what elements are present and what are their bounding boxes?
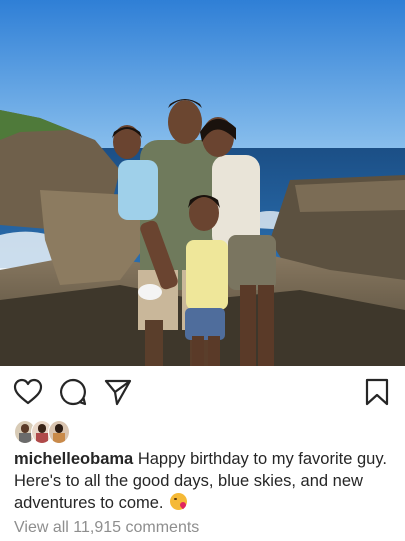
comment-button[interactable]	[58, 377, 88, 407]
save-button[interactable]	[362, 377, 392, 407]
family-beach-photo	[0, 0, 405, 366]
liked-by-avatars[interactable]	[14, 420, 74, 444]
view-comments-link[interactable]: View all 11,915 comments	[14, 519, 199, 537]
heart-icon	[13, 378, 43, 405]
avatar	[48, 420, 70, 444]
like-button[interactable]	[13, 377, 43, 407]
caption-username[interactable]: michelleobama	[14, 450, 133, 468]
post-photo[interactable]	[0, 0, 405, 366]
paper-plane-icon	[104, 379, 132, 406]
post-action-bar	[0, 366, 405, 420]
kiss-heart-emoji-icon	[170, 493, 188, 510]
bookmark-icon	[365, 378, 389, 406]
share-button[interactable]	[103, 377, 133, 407]
comment-icon	[60, 378, 87, 406]
post-caption: michelleobama Happy birthday to my favor…	[14, 448, 394, 514]
